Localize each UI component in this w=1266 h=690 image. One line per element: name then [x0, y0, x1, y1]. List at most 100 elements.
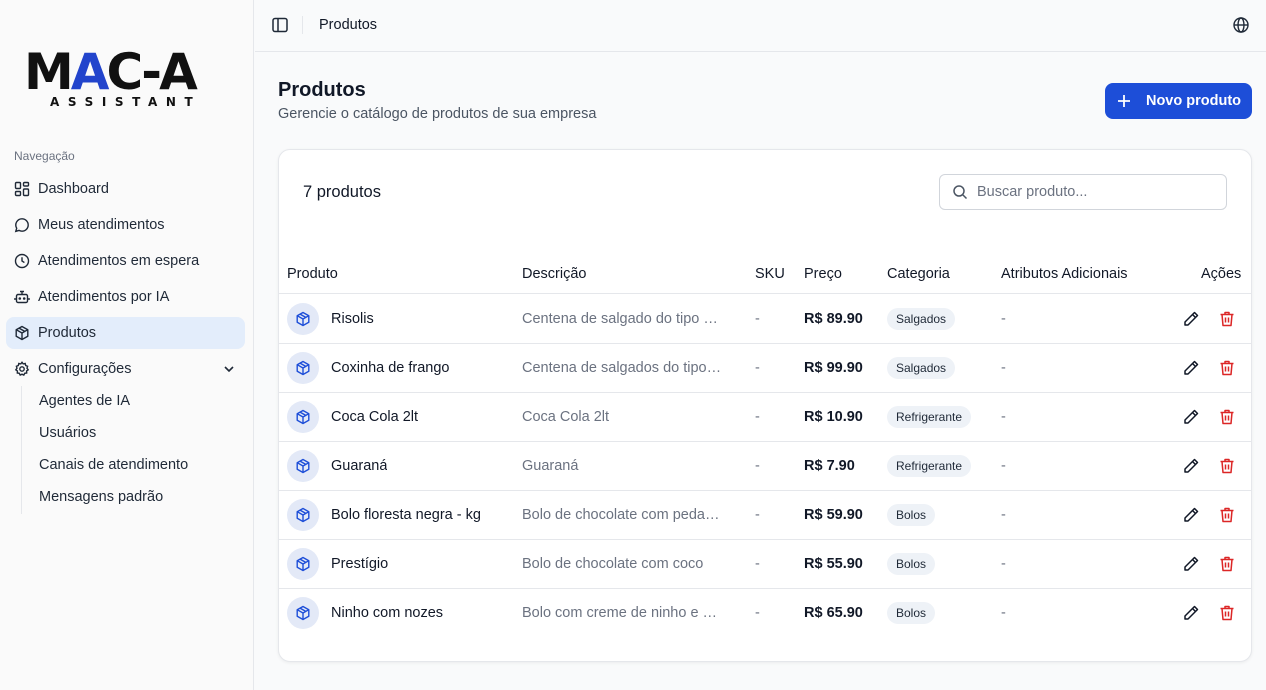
- category-badge: Bolos: [887, 553, 936, 575]
- product-sku: -: [755, 507, 760, 523]
- topbar-divider: [302, 16, 303, 34]
- column-header-sku[interactable]: SKU: [755, 266, 785, 282]
- sidebar-item-meus-atendimentos[interactable]: Meus atendimentos: [6, 209, 245, 241]
- logo: MAC-A ASSISTANT: [22, 46, 232, 112]
- table-row[interactable]: Prestígio Bolo de chocolate com coco - R…: [279, 540, 1251, 589]
- bot-icon: [14, 290, 30, 304]
- product-name: Prestígio: [331, 556, 389, 572]
- column-header-categoria[interactable]: Categoria: [887, 266, 950, 282]
- new-product-button[interactable]: Novo produto: [1105, 83, 1252, 119]
- table-row[interactable]: Guaraná Guaraná - R$ 7.90 Refrigerante -: [279, 442, 1251, 491]
- sidebar-item-label: Configurações: [38, 361, 132, 377]
- column-header-acoes: Ações: [1201, 266, 1242, 282]
- package-icon: [296, 458, 310, 474]
- product-name: Coxinha de frango: [331, 360, 450, 376]
- trash-icon[interactable]: [1218, 310, 1236, 328]
- sidebar-item-atendimentos-por-ia[interactable]: Atendimentos por IA: [6, 281, 245, 313]
- pencil-icon[interactable]: [1182, 506, 1200, 524]
- pencil-icon[interactable]: [1182, 408, 1200, 426]
- trash-icon[interactable]: [1218, 457, 1236, 475]
- product-attributes: -: [1001, 311, 1006, 327]
- column-header-descricao[interactable]: Descrição: [522, 266, 586, 282]
- category-badge: Bolos: [887, 602, 936, 624]
- table-row[interactable]: Bolo floresta negra - kg Bolo de chocola…: [279, 491, 1251, 540]
- grid-icon: [14, 181, 30, 197]
- trash-icon[interactable]: [1218, 408, 1236, 426]
- product-sku: -: [755, 556, 760, 572]
- product-avatar: [287, 499, 319, 531]
- table-row[interactable]: Coca Cola 2lt Coca Cola 2lt - R$ 10.90 R…: [279, 393, 1251, 442]
- table-header: Produto Descrição SKU Preço Categoria At…: [279, 254, 1251, 294]
- category-badge: Refrigerante: [887, 455, 972, 477]
- nav-heading: Navegação: [14, 149, 75, 163]
- product-avatar: [287, 597, 319, 629]
- sidebar-item-label: Produtos: [38, 325, 97, 341]
- sidebar-item-produtos[interactable]: Produtos: [6, 317, 245, 349]
- sidebar-item-atendimentos-em-espera[interactable]: Atendimentos em espera: [6, 245, 245, 277]
- submenu-item-agentes-de-ia[interactable]: Agentes de IA: [39, 389, 130, 413]
- product-sku: -: [755, 409, 760, 425]
- product-description: Coca Cola 2lt: [522, 409, 610, 425]
- package-icon: [296, 360, 310, 376]
- pencil-icon[interactable]: [1182, 457, 1200, 475]
- product-price: R$ 65.90: [804, 605, 863, 621]
- product-description: Centena de salgados do tipo coxinha: [522, 360, 722, 376]
- trash-icon[interactable]: [1218, 604, 1236, 622]
- package-icon: [296, 311, 310, 327]
- trash-icon[interactable]: [1218, 359, 1236, 377]
- table-row[interactable]: Risolis Centena de salgado do tipo risol…: [279, 295, 1251, 344]
- product-attributes: -: [1001, 507, 1006, 523]
- product-name: Guaraná: [331, 458, 388, 474]
- submenu-divider: [21, 386, 22, 514]
- product-attributes: -: [1001, 556, 1006, 572]
- submenu-item-canais-de-atendimento[interactable]: Canais de atendimento: [39, 453, 188, 477]
- product-attributes: -: [1001, 605, 1006, 621]
- pencil-icon[interactable]: [1182, 359, 1200, 377]
- product-price: R$ 55.90: [804, 556, 863, 572]
- sidebar-item-dashboard[interactable]: Dashboard: [6, 173, 245, 205]
- product-name: Ninho com nozes: [331, 605, 444, 621]
- product-avatar: [287, 401, 319, 433]
- product-description: Guaraná: [522, 458, 579, 474]
- submenu-item-mensagens-padrao[interactable]: Mensagens padrão: [39, 485, 163, 509]
- package-icon: [296, 605, 310, 621]
- product-price: R$ 99.90: [804, 360, 863, 376]
- pencil-icon[interactable]: [1182, 604, 1200, 622]
- product-sku: -: [755, 605, 760, 621]
- trash-icon[interactable]: [1218, 555, 1236, 573]
- new-product-label: Novo produto: [1145, 93, 1242, 109]
- sidebar-item-label: Meus atendimentos: [38, 217, 165, 233]
- search-input[interactable]: [977, 184, 1217, 200]
- sidebar-item-configuracoes[interactable]: Configurações: [6, 353, 245, 385]
- gear-icon: [14, 361, 30, 377]
- table-row[interactable]: Ninho com nozes Bolo com creme de ninho …: [279, 589, 1251, 638]
- sidebar-toggle-icon[interactable]: [271, 16, 289, 34]
- column-header-preco[interactable]: Preço: [804, 266, 842, 282]
- logo-subtitle: ASSISTANT: [50, 95, 202, 109]
- product-avatar: [287, 450, 319, 482]
- column-header-produto[interactable]: Produto: [287, 266, 338, 282]
- globe-icon[interactable]: [1232, 16, 1250, 34]
- product-sku: -: [755, 311, 760, 327]
- sidebar-item-label: Dashboard: [38, 181, 109, 197]
- pencil-icon[interactable]: [1182, 555, 1200, 573]
- product-price: R$ 7.90: [804, 458, 855, 474]
- pencil-icon[interactable]: [1182, 310, 1200, 328]
- sidebar: MAC-A ASSISTANT Navegação Dashboard Meus…: [0, 0, 254, 690]
- table-row[interactable]: Coxinha de frango Centena de salgados do…: [279, 344, 1251, 393]
- trash-icon[interactable]: [1218, 506, 1236, 524]
- sidebar-item-label: Atendimentos por IA: [38, 289, 170, 305]
- category-badge: Bolos: [887, 504, 936, 526]
- category-badge: Refrigerante: [887, 406, 972, 428]
- package-icon: [296, 507, 310, 523]
- product-attributes: -: [1001, 409, 1006, 425]
- breadcrumb: Produtos: [319, 17, 378, 33]
- column-header-atributos[interactable]: Atributos Adicionais: [1001, 266, 1128, 282]
- submenu-item-usuarios[interactable]: Usuários: [39, 421, 96, 445]
- package-icon: [296, 556, 310, 572]
- product-name: Risolis: [331, 311, 374, 327]
- product-name: Bolo floresta negra - kg: [331, 507, 481, 523]
- product-name: Coca Cola 2lt: [331, 409, 419, 425]
- product-description: Bolo de chocolate com coco: [522, 556, 704, 572]
- category-badge: Salgados: [887, 308, 956, 330]
